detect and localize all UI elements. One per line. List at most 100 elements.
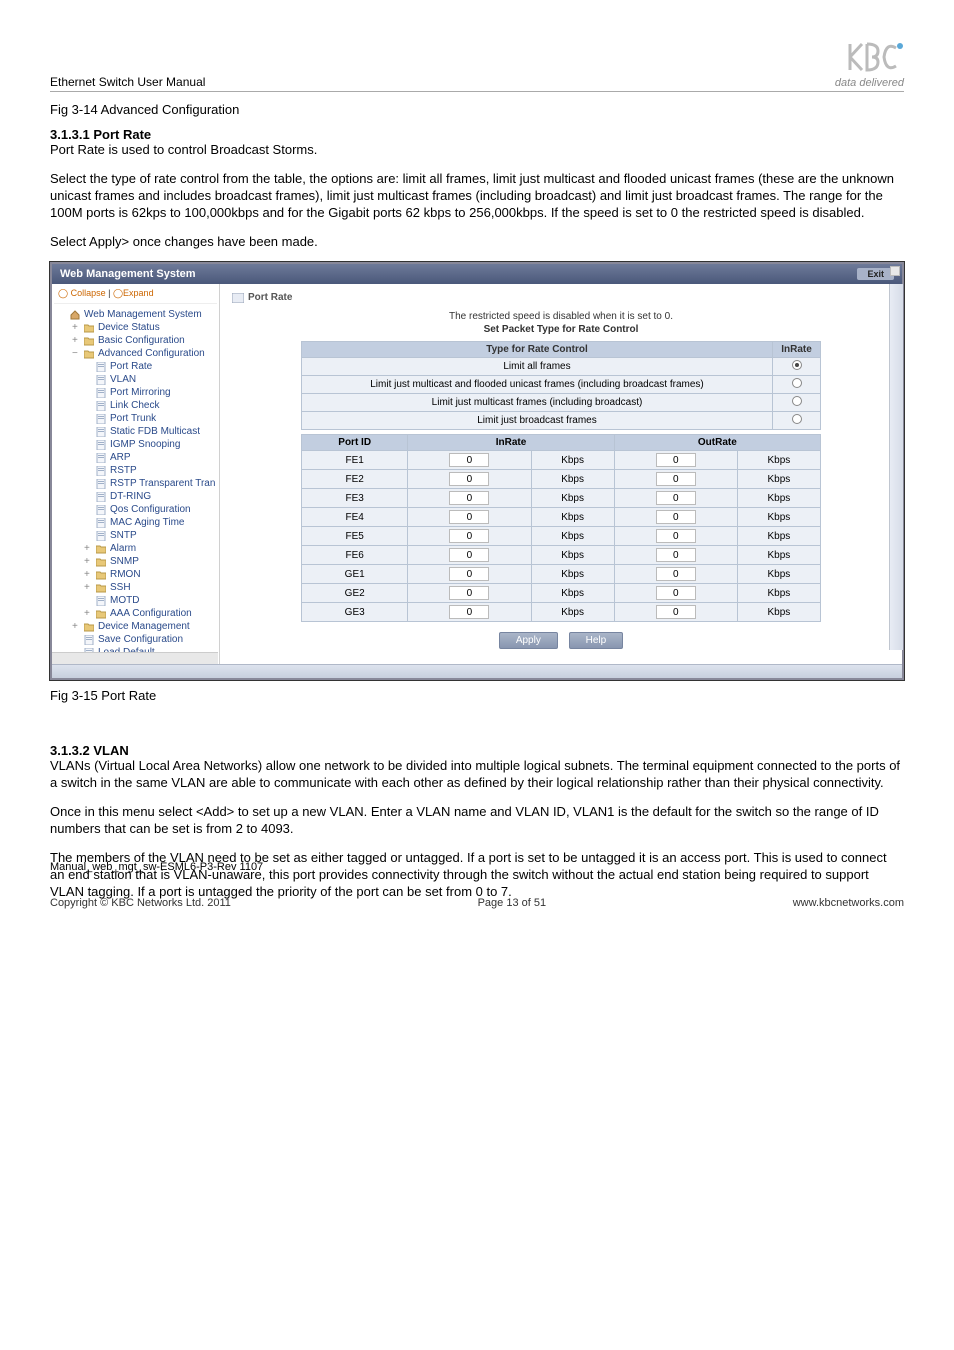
sidebar-item-static-fdb-multicast[interactable]: Static FDB Multicast [54,425,217,438]
rate-type-row: Limit all frames [302,358,821,376]
inrate-input[interactable]: 0 [449,491,489,505]
restrict-subheading: Set Packet Type for Rate Control [301,324,821,335]
port-id-cell: GE2 [302,584,408,603]
sidebar-item-rstp[interactable]: RSTP [54,464,217,477]
figure-caption-top: Fig 3-14 Advanced Configuration [50,102,904,117]
sidebar-item-sntp[interactable]: SNTP [54,529,217,542]
logo-tagline: data delivered [835,77,904,89]
outrate-input[interactable]: 0 [656,472,696,486]
outrate-input[interactable]: 0 [656,491,696,505]
unit-label: Kbps [737,603,820,622]
sidebar-item-alarm[interactable]: +Alarm [54,542,217,555]
unit-label: Kbps [531,584,614,603]
unit-label: Kbps [531,489,614,508]
rate-type-row: Limit just multicast frames (including b… [302,394,821,412]
sidebar-item-save-configuration[interactable]: Save Configuration [54,633,217,646]
rate-type-label: Limit just multicast and flooded unicast… [302,376,773,394]
sidebar-item-label: Port Mirroring [110,387,171,398]
outrate-input[interactable]: 0 [656,548,696,562]
unit-label: Kbps [531,527,614,546]
outrate-input[interactable]: 0 [656,586,696,600]
port-id-cell: FE4 [302,508,408,527]
sidebar-item-device-status[interactable]: +Device Status [54,321,217,334]
sidebar-item-advanced-configuration[interactable]: −Advanced Configuration [54,347,217,360]
unit-label: Kbps [737,451,820,470]
inrate-input[interactable]: 0 [449,472,489,486]
outrate-input[interactable]: 0 [656,453,696,467]
inrate-input[interactable]: 0 [449,453,489,467]
figure-caption-mid: Fig 3-15 Port Rate [50,688,904,703]
sidebar-item-label: Device Management [98,621,190,632]
rate-type-radio[interactable] [792,360,802,370]
inrate-input[interactable]: 0 [449,605,489,619]
inrate-input[interactable]: 0 [449,586,489,600]
sidebar-item-link-check[interactable]: Link Check [54,399,217,412]
rate-type-label: Limit just broadcast frames [302,412,773,430]
rate-type-row: Limit just broadcast frames [302,412,821,430]
port-id-cell: FE6 [302,546,408,565]
sidebar-item-aaa-configuration[interactable]: +AAA Configuration [54,607,217,620]
port-row: GE10Kbps0Kbps [302,565,821,584]
manual-id: Manual_web_mgt_sw-ESML6-P3-Rev 1107 [50,861,263,873]
inrate-input[interactable]: 0 [449,548,489,562]
window-control-icon[interactable] [890,266,900,276]
col-type: Type for Rate Control [302,342,773,358]
outrate-input[interactable]: 0 [656,510,696,524]
inrate-input[interactable]: 0 [449,529,489,543]
sidebar-item-motd[interactable]: MOTD [54,594,217,607]
port-id-cell: FE3 [302,489,408,508]
breadcrumb: Port Rate [230,290,892,311]
sidebar-item-igmp-snooping[interactable]: IGMP Snooping [54,438,217,451]
collapse-link[interactable]: Collapse [71,288,106,298]
section-heading-vlan: 3.1.3.2 VLAN [50,743,904,758]
tree-controls: ◯ Collapse | ◯Expand [54,288,217,304]
sidebar-item-label: AAA Configuration [110,608,192,619]
sidebar-item-port-mirroring[interactable]: Port Mirroring [54,386,217,399]
sidebar-item-rstp-transparent-tran[interactable]: RSTP Transparent Tran [54,477,217,490]
port-row: FE10Kbps0Kbps [302,451,821,470]
sidebar-item-label: Link Check [110,400,159,411]
exit-button[interactable]: Exit [857,268,894,280]
outrate-input[interactable]: 0 [656,567,696,581]
rate-type-label: Limit just multicast frames (including b… [302,394,773,412]
sidebar-item-label: MAC Aging Time [110,517,184,528]
header-title: Ethernet Switch User Manual [50,75,205,89]
sidebar-item-vlan[interactable]: VLAN [54,373,217,386]
inrate-input[interactable]: 0 [449,567,489,581]
sidebar-item-port-rate[interactable]: Port Rate [54,360,217,373]
expand-link[interactable]: Expand [123,288,154,298]
col-portid: Port ID [302,435,408,451]
sidebar-item-mac-aging-time[interactable]: MAC Aging Time [54,516,217,529]
unit-label: Kbps [531,451,614,470]
sidebar-item-qos-configuration[interactable]: Qos Configuration [54,503,217,516]
sidebar-item-arp[interactable]: ARP [54,451,217,464]
rate-type-radio[interactable] [792,414,802,424]
paragraph: VLANs (Virtual Local Area Networks) allo… [50,758,904,792]
sidebar-item-port-trunk[interactable]: Port Trunk [54,412,217,425]
sidebar-item-basic-configuration[interactable]: +Basic Configuration [54,334,217,347]
sidebar-item-web-management-system[interactable]: Web Management System [54,308,217,321]
sidebar-item-label: Advanced Configuration [98,348,205,359]
port-row: FE20Kbps0Kbps [302,470,821,489]
sidebar-item-ssh[interactable]: +SSH [54,581,217,594]
rate-type-radio[interactable] [792,378,802,388]
help-button[interactable]: Help [569,632,624,649]
rate-type-radio[interactable] [792,396,802,406]
rate-type-table: Type for Rate Control InRate Limit all f… [301,341,821,430]
inrate-input[interactable]: 0 [449,510,489,524]
sidebar-item-label: Basic Configuration [98,335,185,346]
apply-button[interactable]: Apply [499,632,558,649]
tree-horizontal-scrollbar[interactable] [52,652,218,664]
paragraph: Once in this menu select <Add> to set up… [50,804,904,838]
sidebar-item-device-management[interactable]: +Device Management [54,620,217,633]
paragraph: Select Apply> once changes have been mad… [50,234,904,251]
sidebar-item-dt-ring[interactable]: DT-RING [54,490,217,503]
col-inrate: InRate [773,342,821,358]
outrate-input[interactable]: 0 [656,605,696,619]
sidebar-item-rmon[interactable]: +RMON [54,568,217,581]
sidebar-item-snmp[interactable]: +SNMP [54,555,217,568]
footer-copyright: Copyright © KBC Networks Ltd. 2011 [50,897,231,909]
port-id-cell: GE1 [302,565,408,584]
port-id-cell: FE2 [302,470,408,489]
outrate-input[interactable]: 0 [656,529,696,543]
